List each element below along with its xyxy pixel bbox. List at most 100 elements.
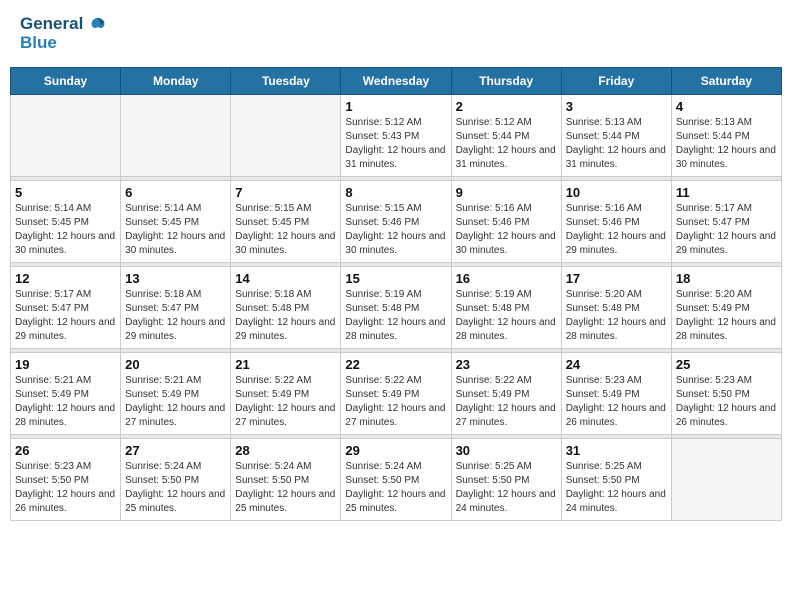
day-info: Sunrise: 5:12 AMSunset: 5:43 PMDaylight:… (345, 116, 446, 172)
day-info: Sunrise: 5:20 AMSunset: 5:48 PMDaylight:… (566, 288, 667, 344)
day-number: 10 (566, 185, 667, 200)
dow-wednesday: Wednesday (341, 68, 451, 95)
day-info: Sunrise: 5:16 AMSunset: 5:46 PMDaylight:… (456, 202, 557, 258)
calendar-table: SundayMondayTuesdayWednesdayThursdayFrid… (10, 67, 782, 521)
dow-sunday: Sunday (11, 68, 121, 95)
calendar-cell: 17 Sunrise: 5:20 AMSunset: 5:48 PMDayligh… (561, 267, 671, 349)
day-number: 17 (566, 271, 667, 286)
calendar-cell: 27Sunrise: 5:24 AMSunset: 5:50 PMDayligh… (121, 439, 231, 521)
day-number: 18 (676, 271, 777, 286)
logo-bird-icon (89, 16, 107, 34)
calendar-week-3: 12 Sunrise: 5:17 AMSunset: 5:47 PMDayligh… (11, 267, 782, 349)
day-info: Sunrise: 5:20 AMSunset: 5:49 PMDaylight:… (676, 288, 777, 344)
dow-tuesday: Tuesday (231, 68, 341, 95)
dow-saturday: Saturday (671, 68, 781, 95)
day-number: 4 (676, 99, 777, 114)
calendar-cell: 28 Sunrise: 5:24 AMSunset: 5:50 PMDayligh… (231, 439, 341, 521)
dow-monday: Monday (121, 68, 231, 95)
day-info: Sunrise: 5:17 AMSunset: 5:47 PMDaylight:… (15, 288, 116, 344)
day-info: Sunrise: 5:24 AMSunset: 5:50 PMDaylight:… (235, 460, 336, 516)
day-number: 28 (235, 443, 336, 458)
day-info: Sunrise: 5:13 AMSunset: 5:44 PMDaylight:… (676, 116, 777, 172)
day-info: Sunrise: 5:23 AMSunset: 5:49 PMDaylight:… (566, 374, 667, 430)
day-info: Sunrise: 5:17 AMSunset: 5:47 PMDaylight:… (676, 202, 777, 258)
day-info: Sunrise: 5:22 AMSunset: 5:49 PMDaylight:… (345, 374, 446, 430)
day-number: 12 (15, 271, 116, 286)
logo-text: General (20, 15, 108, 34)
day-number: 20 (125, 357, 226, 372)
calendar-cell: 29Sunrise: 5:24 AMSunset: 5:50 PMDayligh… (341, 439, 451, 521)
calendar-cell (231, 95, 341, 177)
day-info: Sunrise: 5:24 AMSunset: 5:50 PMDaylight:… (125, 460, 226, 516)
calendar-cell: 18 Sunrise: 5:20 AMSunset: 5:49 PMDayligh… (671, 267, 781, 349)
calendar-cell: 14Sunrise: 5:18 AMSunset: 5:48 PMDayligh… (231, 267, 341, 349)
day-number: 29 (345, 443, 446, 458)
calendar-cell (121, 95, 231, 177)
day-info: Sunrise: 5:21 AMSunset: 5:49 PMDaylight:… (125, 374, 226, 430)
calendar-week-2: 5 Sunrise: 5:14 AMSunset: 5:45 PMDaylight… (11, 181, 782, 263)
day-info: Sunrise: 5:12 AMSunset: 5:44 PMDaylight:… (456, 116, 557, 172)
calendar-cell: 6Sunrise: 5:14 AMSunset: 5:45 PMDaylight… (121, 181, 231, 263)
day-number: 19 (15, 357, 116, 372)
day-number: 6 (125, 185, 226, 200)
day-info: Sunrise: 5:15 AMSunset: 5:46 PMDaylight:… (345, 202, 446, 258)
day-number: 24 (566, 357, 667, 372)
day-info: Sunrise: 5:14 AMSunset: 5:45 PMDaylight:… (15, 202, 116, 258)
day-info: Sunrise: 5:19 AMSunset: 5:48 PMDaylight:… (345, 288, 446, 344)
day-number: 2 (456, 99, 557, 114)
calendar-cell: 13 Sunrise: 5:18 AMSunset: 5:47 PMDayligh… (121, 267, 231, 349)
calendar-cell: 12 Sunrise: 5:17 AMSunset: 5:47 PMDayligh… (11, 267, 121, 349)
calendar-week-4: 19 Sunrise: 5:21 AMSunset: 5:49 PMDayligh… (11, 353, 782, 435)
logo: General Blue (20, 15, 108, 52)
calendar-cell: 15 Sunrise: 5:19 AMSunset: 5:48 PMDayligh… (341, 267, 451, 349)
dow-thursday: Thursday (451, 68, 561, 95)
calendar-cell: 26Sunrise: 5:23 AMSunset: 5:50 PMDayligh… (11, 439, 121, 521)
day-info: Sunrise: 5:21 AMSunset: 5:49 PMDaylight:… (15, 374, 116, 430)
calendar-cell: 2 Sunrise: 5:12 AMSunset: 5:44 PMDaylight… (451, 95, 561, 177)
calendar-cell: 30 Sunrise: 5:25 AMSunset: 5:50 PMDayligh… (451, 439, 561, 521)
calendar-cell: 19 Sunrise: 5:21 AMSunset: 5:49 PMDayligh… (11, 353, 121, 435)
calendar-cell: 4 Sunrise: 5:13 AMSunset: 5:44 PMDaylight… (671, 95, 781, 177)
day-number: 3 (566, 99, 667, 114)
day-of-week-header-row: SundayMondayTuesdayWednesdayThursdayFrid… (11, 68, 782, 95)
calendar-cell: 31 Sunrise: 5:25 AMSunset: 5:50 PMDayligh… (561, 439, 671, 521)
day-number: 25 (676, 357, 777, 372)
calendar-body: 1 Sunrise: 5:12 AMSunset: 5:43 PMDaylight… (11, 95, 782, 521)
day-number: 11 (676, 185, 777, 200)
day-number: 21 (235, 357, 336, 372)
day-info: Sunrise: 5:19 AMSunset: 5:48 PMDaylight:… (456, 288, 557, 344)
day-number: 31 (566, 443, 667, 458)
calendar-cell: 25 Sunrise: 5:23 AMSunset: 5:50 PMDayligh… (671, 353, 781, 435)
calendar-cell: 1 Sunrise: 5:12 AMSunset: 5:43 PMDaylight… (341, 95, 451, 177)
calendar-cell: 10 Sunrise: 5:16 AMSunset: 5:46 PMDayligh… (561, 181, 671, 263)
calendar-cell (11, 95, 121, 177)
day-info: Sunrise: 5:25 AMSunset: 5:50 PMDaylight:… (566, 460, 667, 516)
calendar-cell: 24 Sunrise: 5:23 AMSunset: 5:49 PMDayligh… (561, 353, 671, 435)
calendar-cell: 3 Sunrise: 5:13 AMSunset: 5:44 PMDaylight… (561, 95, 671, 177)
calendar-cell: 11 Sunrise: 5:17 AMSunset: 5:47 PMDayligh… (671, 181, 781, 263)
day-number: 14 (235, 271, 336, 286)
day-info: Sunrise: 5:22 AMSunset: 5:49 PMDaylight:… (456, 374, 557, 430)
day-number: 13 (125, 271, 226, 286)
calendar-cell: 7Sunrise: 5:15 AMSunset: 5:45 PMDaylight… (231, 181, 341, 263)
calendar-cell: 22Sunrise: 5:22 AMSunset: 5:49 PMDayligh… (341, 353, 451, 435)
calendar-cell (671, 439, 781, 521)
day-info: Sunrise: 5:15 AMSunset: 5:45 PMDaylight:… (235, 202, 336, 258)
day-number: 30 (456, 443, 557, 458)
day-info: Sunrise: 5:13 AMSunset: 5:44 PMDaylight:… (566, 116, 667, 172)
calendar-week-1: 1 Sunrise: 5:12 AMSunset: 5:43 PMDaylight… (11, 95, 782, 177)
dow-friday: Friday (561, 68, 671, 95)
day-number: 15 (345, 271, 446, 286)
day-number: 23 (456, 357, 557, 372)
calendar-cell: 21Sunrise: 5:22 AMSunset: 5:49 PMDayligh… (231, 353, 341, 435)
day-info: Sunrise: 5:18 AMSunset: 5:47 PMDaylight:… (125, 288, 226, 344)
day-info: Sunrise: 5:25 AMSunset: 5:50 PMDaylight:… (456, 460, 557, 516)
day-number: 5 (15, 185, 116, 200)
logo-blue: Blue (20, 34, 108, 53)
day-number: 1 (345, 99, 446, 114)
day-info: Sunrise: 5:16 AMSunset: 5:46 PMDaylight:… (566, 202, 667, 258)
calendar-cell: 5 Sunrise: 5:14 AMSunset: 5:45 PMDaylight… (11, 181, 121, 263)
calendar-cell: 20 Sunrise: 5:21 AMSunset: 5:49 PMDayligh… (121, 353, 231, 435)
day-info: Sunrise: 5:23 AMSunset: 5:50 PMDaylight:… (676, 374, 777, 430)
day-number: 9 (456, 185, 557, 200)
